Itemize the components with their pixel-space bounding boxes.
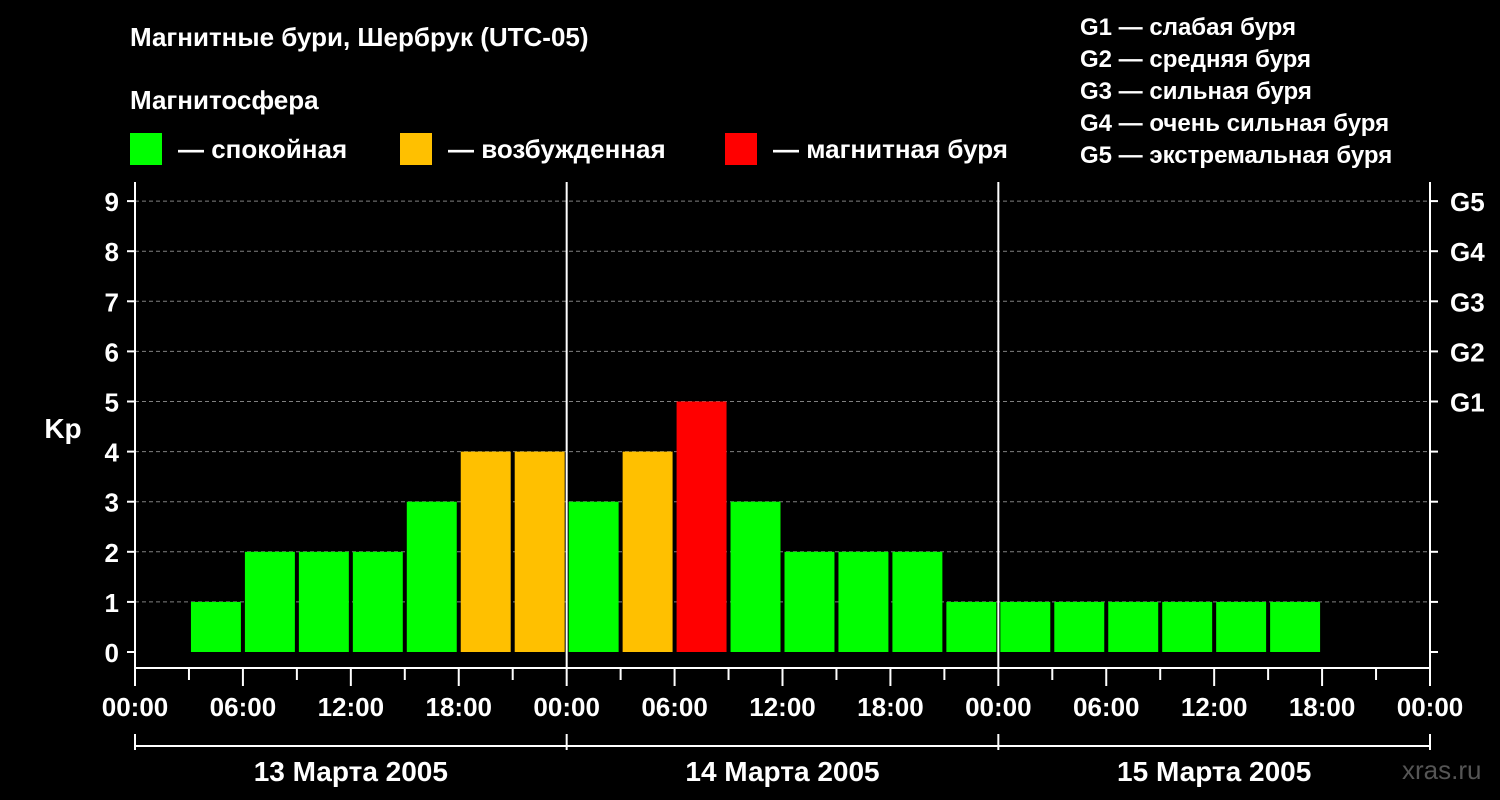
- y-tick-label: 7: [105, 287, 119, 317]
- y-tick-label: 8: [105, 237, 119, 267]
- y-tick-label: 5: [105, 388, 119, 418]
- y-tick-label: 0: [105, 638, 119, 668]
- bar-quiet: [244, 551, 295, 652]
- x-tick-label: 18:00: [1289, 692, 1356, 722]
- bar-quiet: [568, 501, 619, 652]
- bar-storm: [676, 401, 727, 652]
- x-tick-label: 12:00: [318, 692, 385, 722]
- x-tick-label: 00:00: [102, 692, 169, 722]
- y-tick-label: 6: [105, 337, 119, 367]
- kp-chart: 0 1 2 3 4 5 6 7 8 9 Kp G1 G2 G3 G4 G5 00:00 06:00 12:00 18:…: [44, 182, 1485, 787]
- y-tick-label: 1: [105, 588, 119, 618]
- x-tick-label: 00:00: [1397, 692, 1464, 722]
- y-tick-label: 3: [105, 488, 119, 518]
- date-label: 14 Марта 2005: [685, 756, 879, 787]
- bar-quiet: [784, 551, 835, 652]
- x-tick-label: 12:00: [749, 692, 816, 722]
- bar-quiet: [730, 501, 781, 652]
- bar-quiet: [1000, 601, 1051, 652]
- bar-quiet: [190, 601, 241, 652]
- bar-quiet: [1162, 601, 1213, 652]
- bar-quiet: [892, 551, 943, 652]
- bar-quiet: [1216, 601, 1267, 652]
- bar-active: [622, 451, 673, 652]
- x-tick-label: 12:00: [1181, 692, 1248, 722]
- bar-quiet: [946, 601, 997, 652]
- x-tick-label: 06:00: [641, 692, 708, 722]
- g-level-label: G3: [1450, 287, 1485, 317]
- g-level-label: G4: [1450, 237, 1485, 267]
- bar-quiet: [1054, 601, 1105, 652]
- bar-active: [514, 451, 565, 652]
- bar-active: [460, 451, 511, 652]
- x-tick-label: 18:00: [857, 692, 924, 722]
- y-tick-label: 4: [105, 438, 120, 468]
- x-tick-label: 00:00: [965, 692, 1032, 722]
- bar-quiet: [352, 551, 403, 652]
- g-level-label: G2: [1450, 337, 1485, 367]
- date-label: 15 Марта 2005: [1117, 756, 1311, 787]
- bar-quiet: [1270, 601, 1321, 652]
- bar-quiet: [298, 551, 349, 652]
- x-tick-label: 18:00: [426, 692, 493, 722]
- x-tick-label: 06:00: [1073, 692, 1140, 722]
- bar-quiet: [1108, 601, 1159, 652]
- bar-quiet: [406, 501, 457, 652]
- y-axis-label: Kp: [44, 413, 81, 444]
- y-tick-label: 2: [105, 538, 119, 568]
- date-label: 13 Марта 2005: [254, 756, 448, 787]
- watermark: xras.ru: [1402, 755, 1482, 785]
- y-tick-label: 9: [105, 187, 119, 217]
- g-level-label: G1: [1450, 388, 1485, 418]
- g-level-label: G5: [1450, 187, 1485, 217]
- bar-quiet: [838, 551, 889, 652]
- x-tick-label: 00:00: [533, 692, 600, 722]
- x-tick-label: 06:00: [210, 692, 277, 722]
